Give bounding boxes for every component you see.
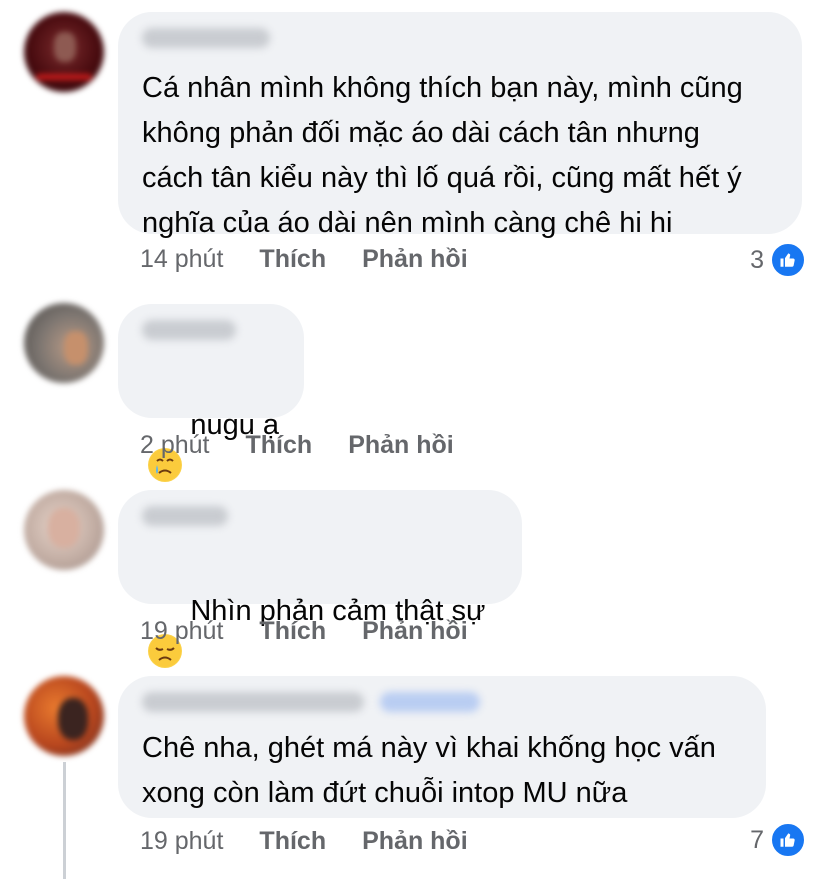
like-button[interactable]: Thích bbox=[259, 824, 326, 858]
comment-bubble: nugu ạ bbox=[118, 304, 304, 482]
timestamp[interactable]: 19 phút bbox=[140, 824, 223, 858]
comment-bubble: Nhìn phản cảm thật sự bbox=[118, 490, 522, 668]
like-button[interactable]: Thích bbox=[259, 242, 326, 276]
comment-bubble: Chê nha, ghét má này vì khai khống học v… bbox=[118, 676, 766, 818]
reply-button[interactable]: Phản hồi bbox=[362, 242, 468, 276]
comment-actions: 2 phút Thích Phản hồi bbox=[140, 428, 490, 462]
reaction-summary[interactable]: 3 bbox=[750, 242, 806, 278]
avatar[interactable] bbox=[24, 303, 104, 383]
timestamp[interactable]: 14 phút bbox=[140, 242, 223, 276]
comment-bubble: Cá nhân mình không thích bạn này, mình c… bbox=[118, 12, 802, 239]
comment-text: Cá nhân mình không thích bạn này, mình c… bbox=[142, 72, 743, 239]
like-button[interactable]: Thích bbox=[259, 614, 326, 648]
thumbs-up-icon bbox=[770, 242, 806, 278]
timestamp[interactable]: 19 phút bbox=[140, 614, 223, 648]
comment-actions: 19 phút Thích Phản hồi bbox=[140, 614, 504, 648]
reply-button[interactable]: Phản hồi bbox=[362, 824, 468, 858]
author-name[interactable] bbox=[142, 28, 270, 48]
reaction-count: 3 bbox=[750, 245, 764, 274]
thumbs-up-icon bbox=[770, 822, 806, 858]
avatar[interactable] bbox=[24, 676, 104, 756]
comment-text: Chê nha, ghét má này vì khai khống học v… bbox=[142, 732, 716, 809]
author-name[interactable] bbox=[142, 506, 228, 526]
avatar[interactable] bbox=[24, 490, 104, 570]
reply-button[interactable]: Phản hồi bbox=[362, 614, 468, 648]
reply-thread-line bbox=[63, 762, 66, 879]
reaction-summary[interactable]: 7 bbox=[750, 822, 806, 858]
reply-button[interactable]: Phản hồi bbox=[348, 428, 454, 462]
like-button[interactable]: Thích bbox=[246, 428, 313, 462]
comment-actions: 14 phút Thích Phản hồi bbox=[140, 242, 504, 276]
author-badge bbox=[380, 692, 480, 712]
avatar[interactable] bbox=[24, 12, 104, 92]
timestamp[interactable]: 2 phút bbox=[140, 428, 210, 462]
comment-actions: 19 phút Thích Phản hồi bbox=[140, 824, 504, 858]
author-name[interactable] bbox=[142, 320, 236, 340]
reaction-count: 7 bbox=[750, 825, 764, 854]
author-name[interactable] bbox=[142, 692, 364, 712]
